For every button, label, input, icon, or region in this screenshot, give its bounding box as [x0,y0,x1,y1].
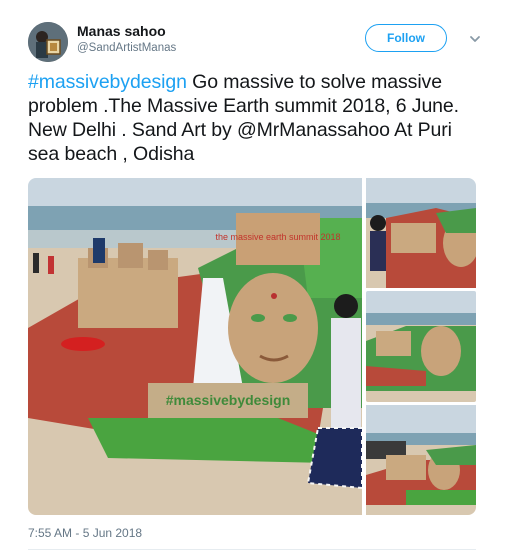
chevron-down-icon[interactable] [468,32,482,46]
photo-main[interactable]: the massive earth summit 2018 #massiveby… [28,178,362,515]
user-name[interactable]: Manas sahoo [77,23,166,39]
photo-thumb-1[interactable] [366,178,476,288]
hashtag-link[interactable]: #massivebydesign [28,71,187,93]
tweet-text: #massivebydesign Go massive to solve mas… [28,70,483,166]
media-grid: the massive earth summit 2018 #massiveby… [28,178,476,515]
photo-thumb-2[interactable] [366,291,476,402]
photo-thumb-3[interactable] [366,405,476,515]
tweet-header: Manas sahoo @SandArtistManas Follow [22,18,488,68]
tweet-timestamp[interactable]: 7:55 AM - 5 Jun 2018 [28,526,142,540]
sand-art-photo-2 [366,291,476,402]
avatar[interactable] [28,22,68,62]
avatar-image [28,22,68,62]
sand-art-photo-1 [366,178,476,288]
base-text: #massivebydesign [166,392,291,408]
follow-button[interactable]: Follow [365,24,447,52]
divider [28,549,476,550]
user-handle[interactable]: @SandArtistManas [77,42,176,54]
sand-art-photo: the massive earth summit 2018 #massiveby… [28,178,362,515]
sand-art-photo-3 [366,405,476,515]
sign-text: the massive earth summit 2018 [215,232,340,242]
